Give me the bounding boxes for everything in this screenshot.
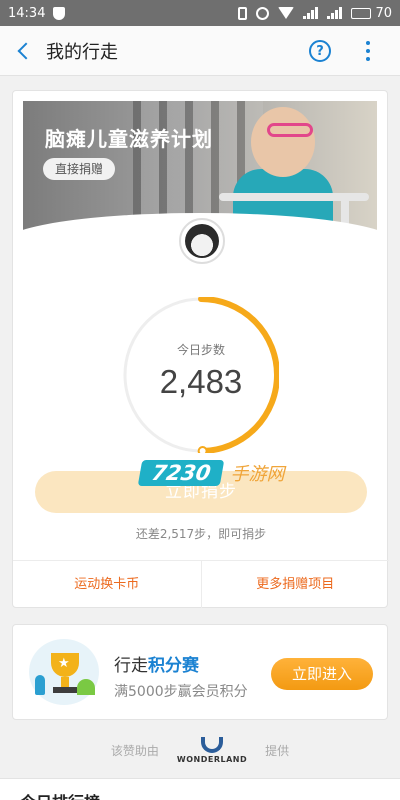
app-bar: 我的行走 ? [0,26,400,76]
sponsor-suffix: 提供 [265,743,290,758]
leaderboard-section: 今日排行榜 [0,778,400,800]
banner-photo-child-head [251,107,315,177]
charity-title: 脑瘫儿童滋养计划 [45,127,213,151]
banner-photo-glasses [267,123,313,137]
watermark-text: 手游网 [230,464,285,485]
signal-4g-icon [303,7,319,19]
points-title-prefix: 行走 [114,656,148,676]
user-avatar[interactable] [179,218,225,264]
status-time: 14:34 [8,5,46,21]
more-donations-link[interactable]: 更多捐赠项目 [202,561,390,608]
trophy-icon: ★ [29,639,99,705]
watermark: 7230 手游网 [137,456,285,490]
enter-now-button[interactable]: 立即进入 [271,658,373,690]
back-button[interactable] [0,26,46,76]
watermark-number: 7230 [137,460,225,486]
shield-icon [53,6,66,20]
steps-remaining-hint: 还差2,517步，即可捐步 [135,527,267,541]
battery-level: 70 [375,5,392,21]
signal-3g-icon [327,7,343,19]
sponsor-brand-name: WONDERLAND [176,754,248,764]
status-bar: 14:34 70 [0,0,400,26]
alarm-icon [256,6,270,20]
sponsor-brand: WONDERLAND [176,736,248,764]
sponsor-line: 该赞助由 WONDERLAND 提供 [0,734,400,766]
step-donation-card: 脑瘫儿童滋养计划 直接捐赠 今日步数 2,483 立即捐步 还差2,517步，即… [12,90,389,608]
wonderland-logo-icon [201,736,223,753]
vibrate-icon [238,6,248,20]
wifi-icon [278,7,295,19]
step-progress-ring: 今日步数 2,483 [123,297,279,453]
points-title-highlight: 积分赛 [148,656,199,676]
card-links: 运动换卡币 更多捐赠项目 [13,560,389,608]
points-contest-card[interactable]: ★ 行走积分赛 满5000步赢会员积分 立即进入 [12,624,388,720]
avatar-image [185,224,219,258]
steps-label: 今日步数 [176,343,225,357]
direct-donate-button[interactable]: 直接捐赠 [43,158,116,180]
progress-end-dot [197,445,208,453]
charity-banner[interactable]: 脑瘫儿童滋养计划 直接捐赠 [23,101,377,236]
sponsor-prefix: 该赞助由 [110,743,159,758]
leaderboard-title: 今日排行榜 [20,789,100,800]
steps-count: 2,483 [159,363,243,400]
exchange-coins-link[interactable]: 运动换卡币 [13,561,201,608]
points-subtitle: 满5000步赢会员积分 [114,684,248,700]
back-arrow-icon [17,42,35,59]
battery-indicator: 70 [351,6,392,21]
points-title: 行走积分赛 [114,651,199,676]
battery-icon [351,7,372,19]
page-title: 我的行走 [46,41,118,63]
more-vertical-icon[interactable] [360,39,376,63]
help-circle-icon[interactable]: ? [309,40,331,62]
